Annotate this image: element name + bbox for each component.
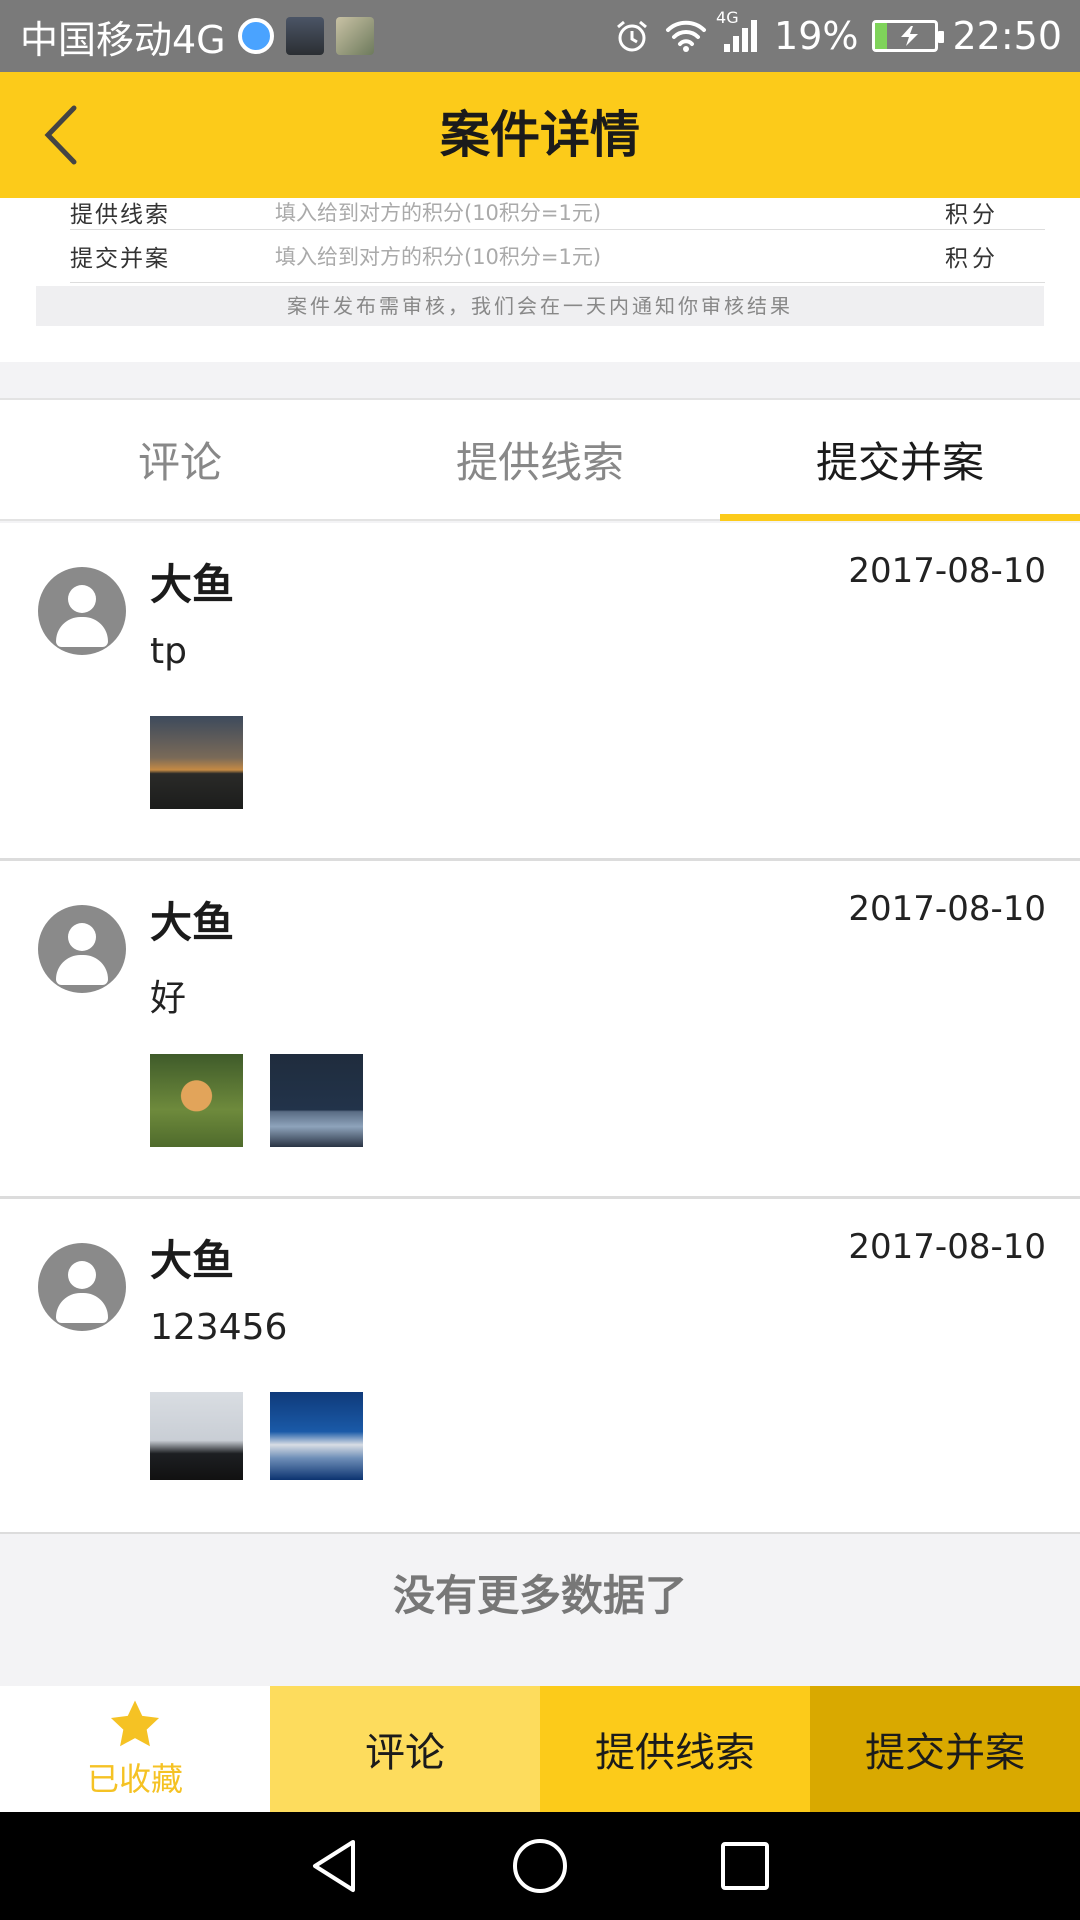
- photo-thumbnail[interactable]: [150, 1392, 243, 1480]
- qq-notification-icon: [237, 18, 274, 54]
- comment-button[interactable]: 评论: [270, 1686, 540, 1812]
- wifi-icon: [666, 20, 707, 52]
- tab-comment[interactable]: 评论: [0, 400, 360, 519]
- form-row-label: 提交并案: [70, 246, 170, 272]
- form-row-merge: 提交并案 填入给到对方的积分(10积分=1元) 积分: [70, 232, 1045, 280]
- divider: [70, 229, 1045, 230]
- list-item: 大鱼 2017-08-10 好: [0, 861, 1080, 1199]
- provide-clue-button[interactable]: 提供线索: [540, 1686, 810, 1812]
- carrier-label: 中国移动4G: [20, 17, 226, 62]
- user-name: 大鱼: [150, 560, 235, 609]
- post-text: tp: [150, 631, 187, 672]
- favorite-button[interactable]: 已收藏: [0, 1686, 270, 1812]
- system-nav-bar: [0, 1812, 1080, 1920]
- photo-thumbnail[interactable]: [150, 716, 243, 809]
- form-row-unit: 积分: [945, 246, 999, 272]
- tab-merge[interactable]: 提交并案: [720, 400, 1080, 521]
- user-name: 大鱼: [150, 898, 235, 947]
- avatar[interactable]: [38, 905, 126, 993]
- tab-clue[interactable]: 提供线索: [360, 400, 720, 519]
- post-text: 好: [150, 978, 187, 1019]
- post-text: 123456: [150, 1307, 288, 1348]
- tab-bar: 评论 提供线索 提交并案: [0, 398, 1080, 521]
- form-row-label: 提供线索: [70, 202, 170, 228]
- network-type-label: 4G: [716, 8, 739, 27]
- battery-percent: 19%: [774, 14, 859, 58]
- divider: [70, 282, 1045, 283]
- no-more-data-label: 没有更多数据了: [0, 1534, 1080, 1686]
- battery-icon: [872, 20, 945, 52]
- photo-thumbnail[interactable]: [150, 1054, 243, 1147]
- app-header: 案件详情: [0, 72, 1080, 198]
- user-name: 大鱼: [150, 1236, 235, 1285]
- reward-form: 提供线索 填入给到对方的积分(10积分=1元) 积分 提交并案 填入给到对方的积…: [0, 198, 1080, 362]
- image-notification-icon: [285, 17, 324, 55]
- status-bar: 中国移动4G 4G 19% 22:50: [0, 0, 1080, 72]
- post-date: 2017-08-10: [848, 1227, 1046, 1267]
- action-bar: 已收藏 评论 提供线索 提交并案: [0, 1686, 1080, 1812]
- back-triangle-icon[interactable]: [309, 1838, 361, 1894]
- post-date: 2017-08-10: [848, 551, 1046, 591]
- list-item: 大鱼 2017-08-10 tp: [0, 523, 1080, 861]
- form-row-unit: 积分: [945, 202, 999, 228]
- alarm-icon: [617, 20, 647, 52]
- star-icon: [110, 1700, 160, 1747]
- avatar[interactable]: [38, 567, 126, 655]
- submit-merge-button[interactable]: 提交并案: [810, 1686, 1080, 1812]
- form-row-clue: 提供线索 填入给到对方的积分(10积分=1元) 积分: [70, 198, 1045, 236]
- recents-square-icon[interactable]: [719, 1840, 771, 1892]
- clock: 22:50: [952, 14, 1062, 58]
- merge-points-input[interactable]: 填入给到对方的积分(10积分=1元): [275, 241, 935, 271]
- post-date: 2017-08-10: [848, 889, 1046, 929]
- review-notice: 案件发布需审核，我们会在一天内通知你审核结果: [36, 286, 1044, 326]
- list-item: 大鱼 2017-08-10 123456: [0, 1199, 1080, 1535]
- photo-thumbnail[interactable]: [270, 1392, 363, 1480]
- home-circle-icon[interactable]: [511, 1837, 569, 1895]
- photo-thumbnail[interactable]: [270, 1054, 363, 1147]
- page-title: 案件详情: [440, 106, 640, 164]
- clue-points-input[interactable]: 填入给到对方的积分(10积分=1元): [275, 198, 935, 227]
- gallery-notification-icon: [335, 17, 374, 55]
- favorite-label: 已收藏: [86, 1760, 183, 1798]
- merge-list: 大鱼 2017-08-10 tp 大鱼 2017-08-10 好 大鱼 2017…: [0, 523, 1080, 1535]
- avatar[interactable]: [38, 1243, 126, 1331]
